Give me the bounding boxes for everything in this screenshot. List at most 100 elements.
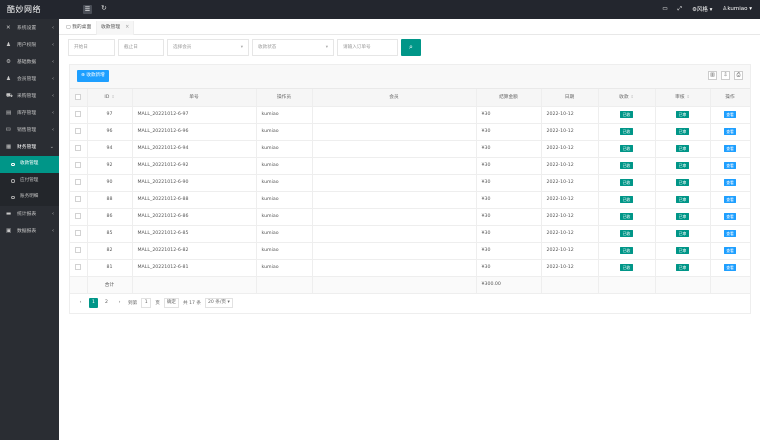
view-button[interactable]: 查看 (723, 213, 737, 220)
next-page-icon[interactable]: › (115, 298, 124, 308)
cell-operator: kumiao (256, 242, 313, 260)
row-checkbox[interactable] (70, 106, 88, 124)
view-button[interactable]: 查看 (723, 196, 737, 203)
table-row[interactable]: 82 MALL_20221012-6-82 kumiao ¥30 2022-10-12 已… (70, 242, 751, 260)
goto-confirm-button[interactable]: 确定 (163, 298, 180, 308)
goto-page-input[interactable]: 1 (141, 298, 152, 308)
audit-badge: 已审 (676, 196, 689, 203)
columns-icon[interactable]: ▥ (708, 71, 717, 80)
col-received[interactable]: 收款 ⇕ (598, 89, 656, 107)
sidebar-item-label: 用户权限 (17, 43, 37, 48)
col-audit[interactable]: 审核 ⇕ (655, 89, 711, 107)
cell-member (312, 225, 477, 243)
start-date-input[interactable]: 开始日 (68, 39, 115, 56)
close-icon[interactable]: × (125, 25, 129, 30)
table-row[interactable]: 92 MALL_20221012-6-92 kumiao ¥30 2022-10-12 已… (70, 157, 751, 175)
row-checkbox[interactable] (70, 174, 88, 192)
prev-page-icon[interactable]: ‹ (76, 298, 85, 308)
cell-amount: ¥30 (476, 123, 542, 141)
view-button[interactable]: 查看 (723, 128, 737, 135)
table-row[interactable]: 88 MALL_20221012-6-88 kumiao ¥30 2022-10-12 已… (70, 191, 751, 209)
data-card: ⊕ 收款新增 ▥ ⇩ ⎙ ID ⇕ 单号 操作员 会员 结算金额 日期 收款 ⇕… (69, 64, 751, 314)
sidebar-item-b1[interactable]: ▣ 数据报表 ‹ (0, 223, 59, 240)
sidebar-item-0[interactable]: ✕ 系统设置 ‹ (0, 20, 59, 37)
cell-operator: kumiao (256, 140, 313, 158)
status-select[interactable]: 收款状态 ▾ (252, 39, 334, 56)
table-row[interactable]: 97 MALL_20221012-6-97 kumiao ¥30 2022-10-12 已… (70, 106, 751, 124)
view-button[interactable]: 查看 (723, 162, 737, 169)
row-checkbox[interactable] (70, 191, 88, 209)
row-checkbox[interactable] (70, 140, 88, 158)
view-button[interactable]: 查看 (723, 179, 737, 186)
member-select[interactable]: 选择会员 ▾ (167, 39, 249, 56)
view-button[interactable]: 查看 (723, 247, 737, 254)
expand-icon[interactable]: ⤢ (678, 6, 682, 13)
cell-action: 查看 (710, 259, 751, 277)
table-row[interactable]: 94 MALL_20221012-6-94 kumiao ¥30 2022-10-12 已… (70, 140, 751, 158)
fullscreen-icon[interactable]: ▭ (662, 6, 667, 12)
view-button[interactable]: 查看 (723, 230, 737, 237)
sidebar-item-1[interactable]: ♟ 用户权限 ‹ (0, 37, 59, 54)
page-2-button[interactable]: 2 (102, 298, 111, 308)
page-1-button[interactable]: 1 (89, 298, 98, 308)
row-checkbox[interactable] (70, 259, 88, 277)
table-row[interactable]: 86 MALL_20221012-6-86 kumiao ¥30 2022-10-12 已… (70, 208, 751, 226)
view-button[interactable]: 查看 (723, 264, 737, 271)
sidebar-subitem-2[interactable]: 账务明细 (0, 189, 59, 206)
sidebar-item-label: 基础数据 (17, 60, 37, 65)
col-id[interactable]: ID ⇕ (87, 89, 133, 107)
order-no-input[interactable]: 请输入订单号 (337, 39, 398, 56)
row-checkbox[interactable] (70, 157, 88, 175)
user-menu[interactable]: ♙kumiao ▾ (722, 6, 752, 12)
sidebar-item-7[interactable]: ▦ 财务管理 ⌄ (0, 139, 59, 156)
sidebar-item-3[interactable]: ♟ 会员管理 ‹ (0, 71, 59, 88)
chevron-down-icon: ▾ (325, 45, 328, 50)
row-checkbox[interactable] (70, 123, 88, 141)
cell-received: 已收 (598, 208, 656, 226)
view-button[interactable]: 查看 (723, 145, 737, 152)
theme-menu[interactable]: ⚙风格 ▾ (692, 5, 712, 13)
table-row[interactable]: 85 MALL_20221012-6-85 kumiao ¥30 2022-10-12 已… (70, 225, 751, 243)
cell-amount: ¥30 (476, 259, 542, 277)
sidebar-item-5[interactable]: ▤ 库存管理 ‹ (0, 105, 59, 122)
page-size-select[interactable]: 20 条/页 ▾ (204, 298, 233, 308)
row-checkbox[interactable] (70, 225, 88, 243)
user-icon: ♟ (6, 76, 11, 82)
export-icon[interactable]: ⇩ (721, 71, 730, 80)
refresh-icon[interactable]: ↻ (101, 4, 107, 12)
cell-audit: 已审 (655, 225, 711, 243)
cell-id: 92 (87, 157, 133, 175)
table-row[interactable]: 81 MALL_20221012-6-81 kumiao ¥30 2022-10-12 已… (70, 259, 751, 277)
sidebar-item-6[interactable]: ⛁ 销售管理 ‹ (0, 122, 59, 139)
row-checkbox[interactable] (70, 208, 88, 226)
cell-audit: 已审 (655, 140, 711, 158)
sidebar-subitem-0[interactable]: 收款管理 (0, 156, 59, 173)
end-date-input[interactable]: 截止日 (118, 39, 164, 56)
search-button[interactable]: ⌕ (401, 39, 421, 56)
cell-amount: ¥30 (476, 208, 542, 226)
circle-icon (11, 162, 15, 166)
sidebar-item-b0[interactable]: ▬ 统计报表 ‹ (0, 206, 59, 223)
select-all-checkbox[interactable] (70, 89, 88, 107)
cell-date: 2022-10-12 (541, 157, 599, 175)
sidebar-item-2[interactable]: ⚙ 基础数据 ‹ (0, 54, 59, 71)
table-row[interactable]: 96 MALL_20221012-6-96 kumiao ¥30 2022-10-12 已… (70, 123, 751, 141)
sidebar-item-4[interactable]: ⛟ 采购管理 ‹ (0, 88, 59, 105)
cell-received: 已收 (598, 123, 656, 141)
row-checkbox[interactable] (70, 242, 88, 260)
cell-action: 查看 (710, 242, 751, 260)
tab-current[interactable]: 收款管理 × (96, 21, 135, 35)
cell-member (312, 140, 477, 158)
table-row[interactable]: 90 MALL_20221012-6-90 kumiao ¥30 2022-10-12 已… (70, 174, 751, 192)
sidebar-subitem-1[interactable]: 应付管理 (0, 172, 59, 189)
add-receipt-button[interactable]: ⊕ 收款新增 (77, 70, 109, 82)
view-button[interactable]: 查看 (723, 111, 737, 118)
audit-badge: 已审 (676, 213, 689, 220)
cell-no: MALL_20221012-6-81 (132, 259, 257, 277)
menu-toggle-button[interactable]: ☰ (83, 5, 92, 14)
cell-no: MALL_20221012-6-96 (132, 123, 257, 141)
print-icon[interactable]: ⎙ (734, 71, 743, 80)
audit-badge: 已审 (676, 179, 689, 186)
cell-date: 2022-10-12 (541, 123, 599, 141)
tab-home[interactable]: ▢ 我的桌面 (62, 21, 95, 35)
